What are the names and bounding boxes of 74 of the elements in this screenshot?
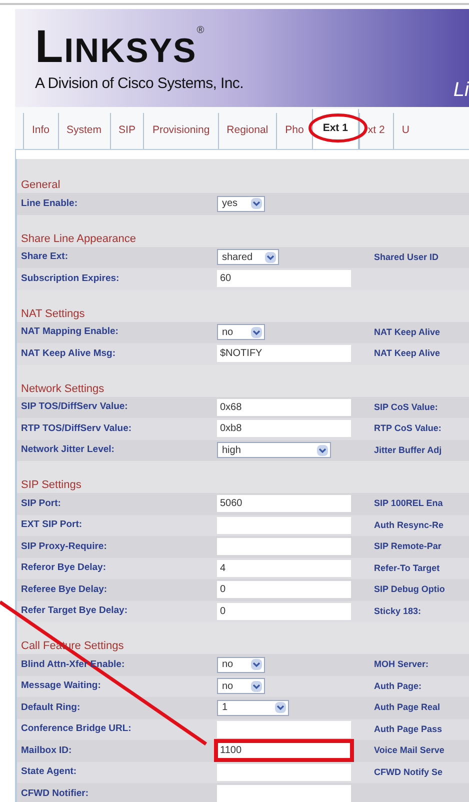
field-label: Network Jitter Level: <box>20 443 116 458</box>
field-label: Auth Page Real <box>374 701 440 714</box>
field-label: Subscription Expires: <box>20 272 120 286</box>
field-label: Share Ext: <box>20 250 69 264</box>
field-label: SIP Proxy-Require: <box>20 540 108 554</box>
field-label: SIP Port: <box>20 496 62 511</box>
input-field[interactable]: 60 <box>217 270 351 288</box>
input-field[interactable]: 5060 <box>217 495 351 512</box>
field-label: RTP TOS/DiffServ Value: <box>20 422 133 436</box>
field-label: Auth Resync-Re <box>374 518 444 532</box>
field-label: Auth Page Pass <box>374 722 442 736</box>
field-label: Line Enable: <box>20 196 78 211</box>
tagline: A Division of Cisco Systems, Inc. <box>35 74 244 94</box>
field-label: SIP CoS Value: <box>374 400 438 414</box>
input-field[interactable] <box>217 785 351 802</box>
field-label: CFWD Notifier: <box>20 786 90 801</box>
dropdown[interactable]: no <box>217 678 265 694</box>
chevron-icon <box>251 198 262 210</box>
field-label: NAT Keep Alive <box>374 347 440 360</box>
input-field[interactable] <box>217 720 351 738</box>
chevron-icon <box>251 659 262 670</box>
input-field[interactable]: 1100 <box>217 742 351 760</box>
field-label: SIP Debug Optio <box>374 583 445 596</box>
field-label: SIP Remote-Par <box>374 540 442 553</box>
chevron-icon <box>275 702 286 714</box>
dropdown[interactable]: high <box>217 442 331 458</box>
field-label: RTP CoS Value: <box>374 422 442 435</box>
input-field[interactable]: 0x68 <box>217 398 351 416</box>
field-label: NAT Keep Alive <box>374 326 440 339</box>
input-field[interactable]: 0xb8 <box>217 420 351 438</box>
field-label: MOH Server: <box>374 658 429 671</box>
chevron-icon <box>265 252 276 263</box>
input-field[interactable]: 0 <box>217 602 351 620</box>
field-label: CFWD Notify Se <box>374 766 442 779</box>
field-label: Message Waiting: <box>20 679 102 694</box>
logo: LINKSYS <box>35 23 197 69</box>
field-label: NAT Mapping Enable: <box>20 325 120 340</box>
chevron-icon <box>251 326 262 338</box>
chevron-icon <box>317 444 328 456</box>
dropdown[interactable]: 1 <box>217 700 289 716</box>
field-label: Mailbox ID: <box>20 744 73 758</box>
field-label: NAT Keep Alive Msg: <box>20 346 116 361</box>
field-label: Default Ring: <box>20 700 82 715</box>
field-label: Sticky 183: <box>374 604 422 618</box>
field-label: Refer-To Target <box>374 562 440 575</box>
input-field[interactable] <box>217 516 351 534</box>
field-label: Conference Bridge URL: <box>20 722 132 736</box>
input-field[interactable]: 4 <box>217 560 351 577</box>
chevron-icon <box>251 680 262 692</box>
field-label: SIP TOS/DiffServ Value: <box>20 400 129 414</box>
field-label: Shared User ID <box>374 250 439 264</box>
field-label: State Agent: <box>20 765 78 780</box>
dropdown[interactable]: shared <box>217 249 279 266</box>
section-heading: SIP Settings <box>20 478 82 493</box>
field-label: SIP 100REL Ena <box>374 497 443 510</box>
input-field[interactable]: 0 <box>217 581 351 598</box>
input-field[interactable] <box>217 538 351 556</box>
section-heading: Network Settings <box>20 382 104 396</box>
section-heading: NAT Settings <box>20 306 85 322</box>
field-label: Referor Bye Delay: <box>20 561 108 576</box>
section-heading: Share Line Appearance <box>20 232 136 246</box>
section-heading: General <box>20 178 60 193</box>
registered-mark: ® <box>196 24 204 38</box>
input-field[interactable]: $NOTIFY <box>217 345 351 362</box>
dropdown[interactable]: no <box>217 324 265 340</box>
dropdown[interactable]: yes <box>217 196 265 212</box>
dropdown[interactable]: no <box>217 656 265 673</box>
input-field[interactable] <box>217 764 351 781</box>
field-label: Refer Target Bye Delay: <box>20 604 128 618</box>
field-label: Jitter Buffer Adj <box>374 444 442 457</box>
field-label: Voice Mail Serve <box>374 744 444 757</box>
field-label: Auth Page: <box>374 680 422 693</box>
field-label: Referee Bye Delay: <box>20 582 108 597</box>
field-label: EXT SIP Port: <box>20 518 84 532</box>
